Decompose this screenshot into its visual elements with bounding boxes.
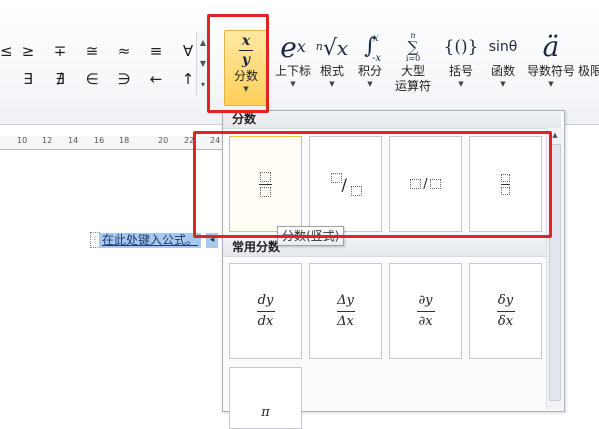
common-fraction-pi[interactable]: π xyxy=(229,367,302,429)
chevron-down-icon: ▼ xyxy=(458,80,464,88)
common-fraction-dy-dx[interactable]: dy dx xyxy=(229,263,302,359)
radical-button[interactable]: n√x 根式 ▼ xyxy=(314,30,350,89)
ruler-tick: 20 xyxy=(158,136,169,145)
integral-label: 积分 xyxy=(357,64,382,78)
equation-placeholder[interactable]: 在此处键入公式。 xyxy=(99,233,202,248)
gallery-scrollbar[interactable]: ▲ xyxy=(546,128,563,410)
symbol-exists[interactable]: ∃ xyxy=(12,66,44,92)
tooltip: 分数(竖式) xyxy=(277,226,345,246)
symbol-gallery-scroll[interactable]: ▲ ▼ ▾ xyxy=(196,32,209,96)
fraction-numerator: δy xyxy=(497,293,514,308)
large-operator-label-1: 大型 xyxy=(400,64,425,78)
ruler-tick: 16 xyxy=(94,136,105,145)
horizontal-ruler[interactable]: 10 12 14 16 18 20 22 24 xyxy=(0,136,222,150)
linear-fraction-icon: / xyxy=(410,177,441,192)
radical-icon: n√x xyxy=(315,36,349,61)
scroll-down-icon[interactable]: ▼ xyxy=(197,53,209,74)
symbol-row-1: ≤ ≥ ∓ ≅ ≈ ≡ ∀ xyxy=(0,38,204,64)
ruler-tick: 14 xyxy=(68,136,79,145)
fraction-linear-tile[interactable]: / xyxy=(389,136,462,232)
superscript-icon: ex xyxy=(280,31,306,64)
integral-button[interactable]: ∫ x -x 积分 ▼ xyxy=(354,30,386,89)
fraction-gallery: 分数 / / 常用分数 dy dx Δy Δx ∂y ∂x δy δx π ▲ xyxy=(222,110,565,429)
symbol-contains[interactable]: ∋ xyxy=(108,66,140,92)
accent-label: 导数符号 xyxy=(526,64,575,78)
fraction-numerator: ∂y xyxy=(418,293,433,308)
symbol-gallery: ≤ ≥ ∓ ≅ ≈ ≡ ∀ ∃ ∄ ∈ ∋ ← ↑ xyxy=(0,32,200,96)
limit-icon xyxy=(578,30,599,64)
symbol-identical[interactable]: ≡ xyxy=(140,38,172,64)
fraction-denominator: Δx xyxy=(337,314,354,329)
scroll-thumb[interactable] xyxy=(549,144,561,401)
small-fraction-icon xyxy=(501,173,510,195)
accent-button[interactable]: ä 导数符号 ▼ xyxy=(524,30,578,89)
fraction-numerator: π xyxy=(261,405,270,420)
large-operator-button[interactable]: n ∑ i=0 大型 运算符 xyxy=(390,30,436,94)
chevron-down-icon: ▼ xyxy=(367,80,373,88)
accent-icon: ä xyxy=(542,30,560,63)
symbol-row-2: ∃ ∄ ∈ ∋ ← ↑ xyxy=(12,66,204,92)
limit-button[interactable]: 极限 xyxy=(578,30,599,79)
common-fraction-small-delta[interactable]: δy δx xyxy=(469,263,542,359)
equation-options-icon[interactable]: ◂ xyxy=(206,233,218,248)
section-fraction-title: 分数 xyxy=(223,111,561,129)
skewed-fraction-icon: / xyxy=(330,173,362,196)
symbol-approx[interactable]: ≈ xyxy=(108,38,140,64)
symbol-not-exists[interactable]: ∄ xyxy=(44,66,76,92)
ruler-tick: 22 xyxy=(184,136,195,145)
fraction-numerator: Δy xyxy=(337,293,354,308)
ruler-tick: 24 xyxy=(210,136,221,145)
script-label: 上下标 xyxy=(274,64,311,78)
large-operator-label-2: 运算符 xyxy=(394,79,431,93)
limit-label: 极限 xyxy=(578,64,599,78)
fraction-icon: x y xyxy=(225,31,267,69)
ruler-tick: 18 xyxy=(119,136,130,145)
scroll-up-icon[interactable]: ▲ xyxy=(547,131,563,139)
ruler-tick: 10 xyxy=(17,136,28,145)
bracket-button[interactable]: {()} 括号 ▼ xyxy=(440,30,482,89)
section-common-fraction-title: 常用分数 xyxy=(223,239,561,257)
ruler-tick: 12 xyxy=(42,136,53,145)
summation-icon: n ∑ i=0 xyxy=(405,31,421,63)
symbol-congruent[interactable]: ≅ xyxy=(76,38,108,64)
symbol-left-arrow[interactable]: ← xyxy=(140,66,172,92)
symbol-ge[interactable]: ≥ xyxy=(12,38,44,64)
script-button[interactable]: ex 上下标 ▼ xyxy=(271,30,315,89)
stacked-fraction-icon xyxy=(259,171,272,197)
chevron-down-icon: ▼ xyxy=(290,80,296,88)
scroll-up-icon[interactable]: ▲ xyxy=(197,32,209,53)
integral-icon: ∫ x -x xyxy=(364,33,382,64)
chevron-down-icon: ▼ xyxy=(243,85,249,93)
chevron-down-icon: ▼ xyxy=(500,80,506,88)
equation-ribbon: ≤ ≥ ∓ ≅ ≈ ≡ ∀ ∃ ∄ ∈ ∋ ← ↑ ▲ ▼ ▾ x y 分数 ▼… xyxy=(0,0,599,125)
bracket-label: 括号 xyxy=(448,64,473,78)
fraction-denominator: δx xyxy=(497,314,514,329)
gallery-expand-icon[interactable]: ▾ xyxy=(197,74,209,95)
fraction-button[interactable]: x y 分数 ▼ xyxy=(224,30,268,106)
fraction-denominator: dx xyxy=(257,314,274,329)
function-button[interactable]: sinθ 函数 ▼ xyxy=(483,30,523,89)
fraction-small-tile[interactable] xyxy=(469,136,542,232)
fraction-skewed-tile[interactable]: / xyxy=(309,136,382,232)
function-icon: sinθ xyxy=(488,39,518,55)
fraction-numerator: dy xyxy=(257,293,274,308)
radical-label: 根式 xyxy=(319,64,344,78)
function-label: 函数 xyxy=(490,64,515,78)
bracket-icon: {()} xyxy=(443,37,479,57)
fraction-label: 分数 xyxy=(233,69,258,83)
symbol-element-of[interactable]: ∈ xyxy=(76,66,108,92)
chevron-down-icon: ▼ xyxy=(548,80,554,88)
common-fraction-delta[interactable]: Δy Δx xyxy=(309,263,382,359)
fraction-denominator: ∂x xyxy=(418,314,433,329)
symbol-le[interactable]: ≤ xyxy=(0,38,13,64)
fraction-stacked-tile[interactable] xyxy=(229,136,302,232)
common-fraction-partial[interactable]: ∂y ∂x xyxy=(389,263,462,359)
chevron-down-icon: ▼ xyxy=(329,80,335,88)
symbol-minus-plus[interactable]: ∓ xyxy=(44,38,76,64)
